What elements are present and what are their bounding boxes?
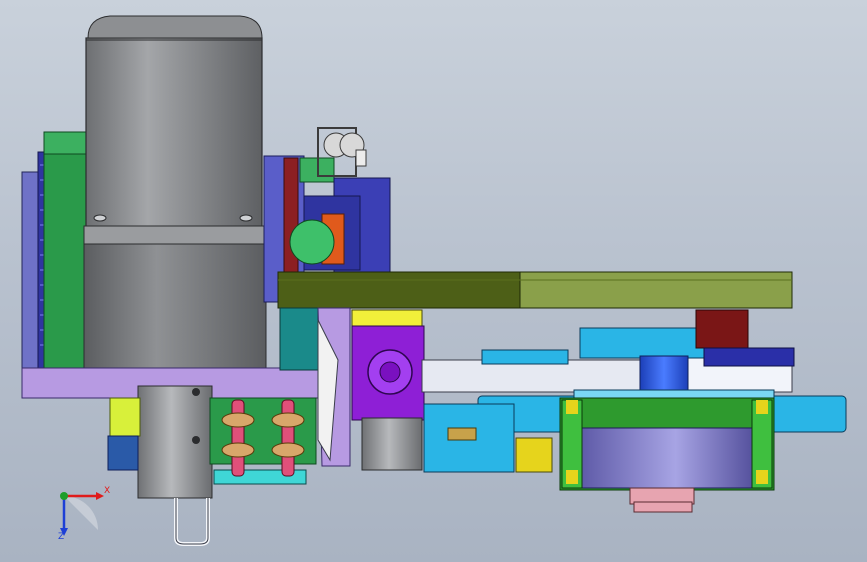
motor-body — [85, 15, 263, 229]
axis-triad — [60, 492, 104, 536]
drive-pulley — [639, 355, 689, 395]
bearing-housing — [559, 397, 775, 513]
teal-pillar — [279, 307, 319, 371]
triad-z-label: Z — [58, 532, 65, 542]
purple-gear-housing — [351, 309, 425, 471]
gearbox — [83, 225, 267, 371]
blue-block-b — [579, 327, 707, 359]
left-side-block — [21, 131, 89, 373]
output-shaft — [137, 385, 213, 546]
yellow-block — [515, 437, 553, 473]
top-support-plate — [277, 271, 793, 309]
dark-red-block — [695, 309, 749, 349]
blue-block-a — [481, 349, 569, 365]
blue-flange — [703, 347, 795, 367]
cad-model-drawing — [21, 15, 847, 546]
brass-fitting — [447, 427, 477, 441]
triad-x-label: X — [104, 486, 111, 496]
cad-3d-viewport[interactable]: X Y Z — [0, 0, 867, 562]
